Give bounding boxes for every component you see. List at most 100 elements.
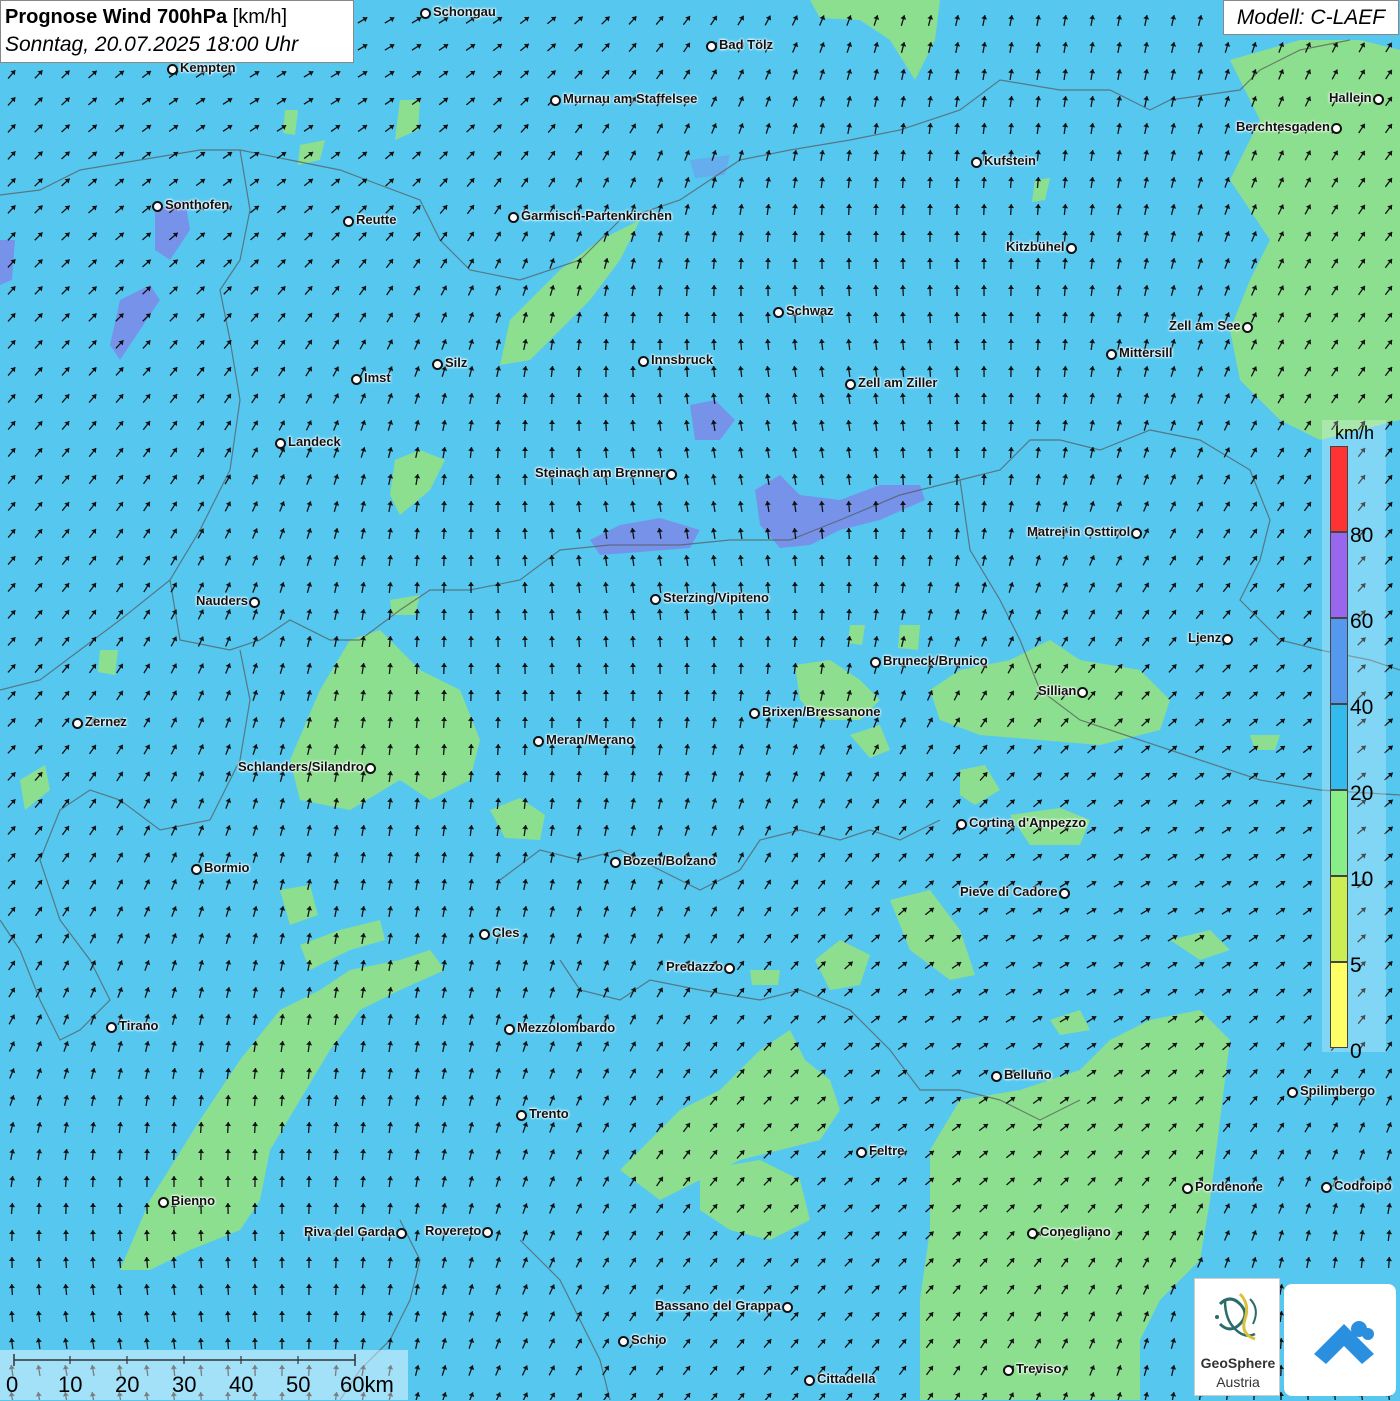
city-label: Riva del Garda bbox=[304, 1224, 395, 1239]
city-label: Kempten bbox=[180, 60, 236, 75]
legend-label: 80 bbox=[1350, 524, 1373, 548]
city-label: Bozen/Bolzano bbox=[623, 853, 716, 868]
scale-label: 60km bbox=[340, 1372, 394, 1398]
city-marker bbox=[1059, 888, 1070, 899]
geosphere-logo[interactable]: GeoSphere Austria bbox=[1194, 1278, 1280, 1396]
city-label: Zernez bbox=[85, 714, 127, 729]
city-marker bbox=[1287, 1087, 1298, 1098]
city-marker bbox=[343, 216, 354, 227]
city-marker bbox=[365, 763, 376, 774]
city-label: Sonthofen bbox=[165, 197, 229, 212]
city-marker bbox=[1066, 243, 1077, 254]
city-label: Codroipo bbox=[1334, 1178, 1392, 1193]
legend-label: 40 bbox=[1350, 696, 1373, 720]
city-label: Spilimbergo bbox=[1300, 1083, 1375, 1098]
city-marker bbox=[956, 819, 967, 830]
city-marker bbox=[275, 438, 286, 449]
city-marker bbox=[72, 718, 83, 729]
city-marker bbox=[1003, 1365, 1014, 1376]
city-marker bbox=[1373, 94, 1384, 105]
city-marker bbox=[516, 1110, 527, 1121]
legend-label: 20 bbox=[1350, 782, 1373, 806]
city-marker bbox=[706, 41, 717, 52]
city-label: Cittadella bbox=[817, 1371, 876, 1386]
wind-app-logo[interactable] bbox=[1284, 1284, 1396, 1396]
city-marker bbox=[479, 929, 490, 940]
city-label: Kufstein bbox=[984, 153, 1036, 168]
city-marker bbox=[396, 1228, 407, 1239]
scale-label: 0 bbox=[6, 1372, 18, 1398]
city-marker bbox=[749, 708, 760, 719]
legend-bin bbox=[1330, 704, 1348, 790]
geosphere-logo-icon bbox=[1195, 1279, 1281, 1355]
city-marker bbox=[1242, 322, 1253, 333]
city-label: Zell am Ziller bbox=[858, 375, 937, 390]
map-title: Prognose Wind 700hPa [km/h] bbox=[5, 4, 353, 31]
map-subtitle: Sonntag, 20.07.2025 18:00 Uhr bbox=[5, 31, 353, 59]
scale-label: 10 bbox=[58, 1372, 82, 1398]
scale-label: 50 bbox=[286, 1372, 310, 1398]
city-marker bbox=[991, 1071, 1002, 1082]
title-box: Prognose Wind 700hPa [km/h] Sonntag, 20.… bbox=[0, 0, 354, 63]
city-marker bbox=[249, 597, 260, 608]
city-marker bbox=[845, 379, 856, 390]
city-marker bbox=[1222, 634, 1233, 645]
city-marker bbox=[1131, 528, 1142, 539]
legend-bin bbox=[1330, 876, 1348, 962]
city-label: Reutte bbox=[356, 212, 396, 227]
city-label: Matrei in Osttirol bbox=[1027, 524, 1130, 539]
city-label: Berchtesgaden bbox=[1236, 119, 1330, 134]
city-marker bbox=[508, 212, 519, 223]
city-marker bbox=[1027, 1228, 1038, 1239]
city-marker bbox=[856, 1147, 867, 1158]
scale-label: 20 bbox=[115, 1372, 139, 1398]
city-marker bbox=[191, 864, 202, 875]
city-label: Garmisch-Partenkirchen bbox=[521, 208, 672, 223]
city-marker bbox=[420, 8, 431, 19]
city-marker bbox=[482, 1227, 493, 1238]
scale-label: 40 bbox=[229, 1372, 253, 1398]
city-label: Bienno bbox=[171, 1193, 215, 1208]
logo-name: GeoSphere bbox=[1195, 1355, 1281, 1371]
city-label: Sillian bbox=[1038, 683, 1076, 698]
logo-subname: Austria bbox=[1195, 1374, 1281, 1390]
city-label: Cles bbox=[492, 925, 519, 940]
city-label: Hallein bbox=[1329, 90, 1372, 105]
legend-label: 10 bbox=[1350, 868, 1373, 892]
city-label: Bruneck/Brunico bbox=[883, 653, 988, 668]
legend-bin bbox=[1330, 790, 1348, 876]
city-marker bbox=[432, 359, 443, 370]
city-label: Tirano bbox=[119, 1018, 159, 1033]
scale-label: 30 bbox=[172, 1372, 196, 1398]
city-marker bbox=[804, 1375, 815, 1386]
city-label: Meran/Merano bbox=[546, 732, 634, 747]
city-label: Bad Tölz bbox=[719, 37, 773, 52]
city-marker bbox=[610, 857, 621, 868]
city-marker bbox=[504, 1024, 515, 1035]
city-marker bbox=[870, 657, 881, 668]
city-label: Nauders bbox=[196, 593, 248, 608]
city-label: Trento bbox=[529, 1106, 569, 1121]
city-marker bbox=[782, 1302, 793, 1313]
legend-label: 60 bbox=[1350, 610, 1373, 634]
city-marker bbox=[550, 95, 561, 106]
legend-label: 5 bbox=[1350, 954, 1362, 978]
city-marker bbox=[152, 201, 163, 212]
city-marker bbox=[1331, 123, 1342, 134]
city-marker bbox=[1321, 1182, 1332, 1193]
city-label: Imst bbox=[364, 370, 391, 385]
city-label: Schwaz bbox=[786, 303, 834, 318]
city-label: Zell am See bbox=[1169, 318, 1241, 333]
wind-app-icon bbox=[1284, 1284, 1396, 1396]
city-label: Treviso bbox=[1016, 1361, 1062, 1376]
city-label: Kitzbühel bbox=[1006, 239, 1065, 254]
city-label: Cortina d'Ampezzo bbox=[969, 815, 1086, 830]
legend-bin bbox=[1330, 532, 1348, 618]
city-marker bbox=[158, 1197, 169, 1208]
legend-unit: km/h bbox=[1335, 423, 1374, 444]
city-label: Sterzing/Vipiteno bbox=[663, 590, 769, 605]
city-marker bbox=[1106, 349, 1117, 360]
city-label: Conegliano bbox=[1040, 1224, 1111, 1239]
city-marker bbox=[533, 736, 544, 747]
city-label: Feltre bbox=[869, 1143, 904, 1158]
